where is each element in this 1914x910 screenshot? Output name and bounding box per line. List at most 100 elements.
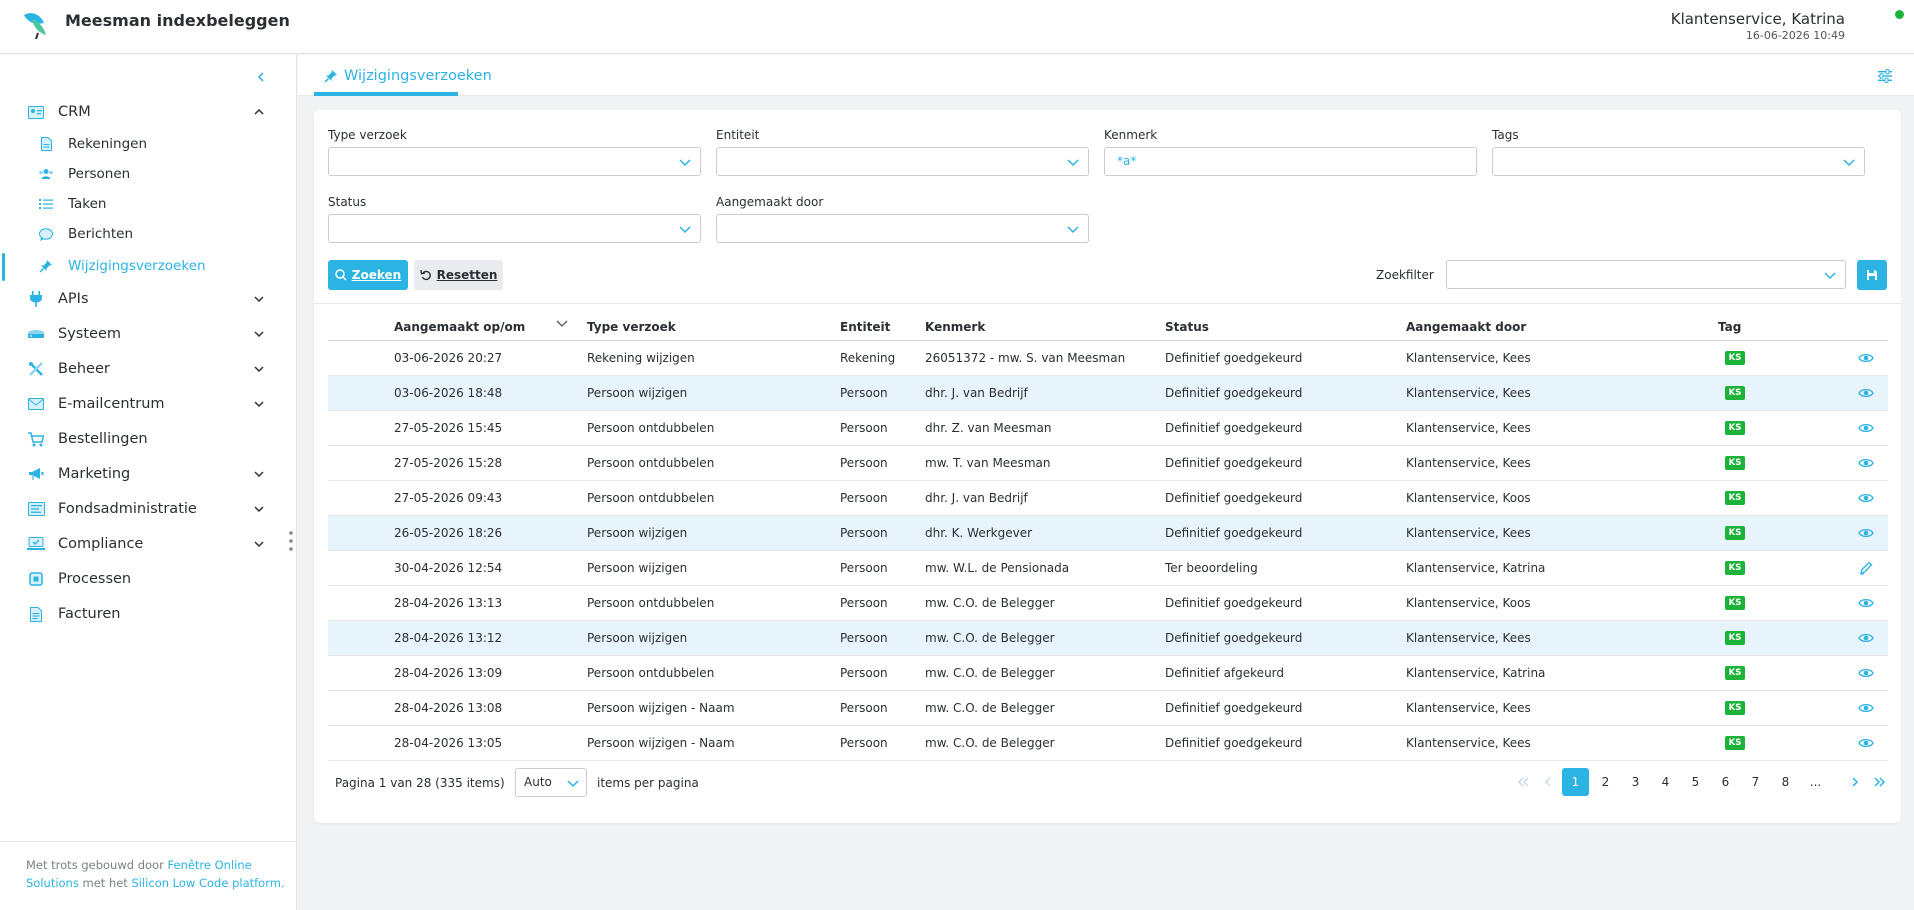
sliders-settings-icon[interactable] <box>1876 67 1894 85</box>
eye-icon[interactable] <box>1858 490 1874 506</box>
eye-icon[interactable] <box>1858 595 1874 611</box>
next-page-button[interactable] <box>1841 768 1868 796</box>
eye-icon[interactable] <box>1858 630 1874 646</box>
type-verzoek-select[interactable] <box>328 147 701 176</box>
reset-button[interactable]: Resetten <box>414 260 503 290</box>
eye-icon[interactable] <box>1858 665 1874 681</box>
sidebar-item-label: Bestellingen <box>58 431 148 447</box>
laptop-check-icon <box>26 534 46 554</box>
page-button[interactable]: 1 <box>1562 768 1589 796</box>
column-header-date[interactable]: Aangemaakt op/om <box>394 320 525 334</box>
page-button[interactable]: 3 <box>1622 768 1649 796</box>
cell-type: Persoon wijzigen <box>587 526 688 540</box>
eye-icon[interactable] <box>1858 420 1874 436</box>
pencil-icon[interactable] <box>1858 560 1874 576</box>
items-per-page-select[interactable]: Auto <box>515 768 587 797</box>
column-header-status[interactable]: Status <box>1165 320 1209 334</box>
table-row[interactable]: 03-06-2026 18:48 Persoon wijzigen Persoon d… <box>328 376 1888 411</box>
chevron-down-icon <box>251 291 267 307</box>
chevron-right-icon <box>1851 777 1858 787</box>
sidebar-item-fondsadministratie[interactable]: Fondsadministratie <box>0 494 296 524</box>
table-row[interactable]: 26-05-2026 18:26 Persoon wijzigen Persoon d… <box>328 516 1888 551</box>
silicon-link[interactable]: Silicon Low Code platform. <box>131 876 284 890</box>
sidebar-item-beheer[interactable]: Beheer <box>0 354 296 384</box>
sidebar-subitem-wijzigingsverzoeken[interactable]: Wijzigingsverzoeken <box>0 253 296 279</box>
sort-down-icon[interactable] <box>556 320 568 328</box>
tab-label: Wijzigingsverzoeken <box>344 67 492 84</box>
table-row[interactable]: 27-05-2026 15:45 Persoon ontdubbelen Perso… <box>328 411 1888 446</box>
sidebar-subitem-berichten[interactable]: Berichten <box>0 221 296 247</box>
sidebar-item-systeem[interactable]: Systeem <box>0 319 296 349</box>
kenmerk-input[interactable]: *a* <box>1104 147 1477 176</box>
page-button[interactable]: 6 <box>1712 768 1739 796</box>
prev-page-button[interactable] <box>1534 768 1561 796</box>
sidebar-item-bestellingen[interactable]: Bestellingen <box>0 424 296 454</box>
cell-date: 30-04-2026 12:54 <box>394 561 503 575</box>
table-row[interactable]: 03-06-2026 20:27 Rekening wijzigen Rekenin… <box>328 341 1888 376</box>
sidebar-subitem-personen[interactable]: Personen <box>0 161 296 187</box>
cart-icon <box>26 429 46 449</box>
chevron-down-icon <box>251 501 267 517</box>
page-button[interactable]: 8 <box>1772 768 1799 796</box>
last-page-button[interactable] <box>1866 768 1893 796</box>
table-row[interactable]: 28-04-2026 13:08 Persoon wijzigen - Naam P… <box>328 691 1888 726</box>
eye-icon[interactable] <box>1858 455 1874 471</box>
page-button[interactable]: 2 <box>1592 768 1619 796</box>
page-button[interactable]: 4 <box>1652 768 1679 796</box>
eye-icon[interactable] <box>1858 350 1874 366</box>
zoekfilter-select[interactable] <box>1446 260 1846 289</box>
sidebar-item-label: Marketing <box>58 466 131 482</box>
first-page-button[interactable] <box>1509 768 1536 796</box>
tab-wijzigingsverzoeken[interactable]: Wijzigingsverzoeken <box>314 55 502 96</box>
cell-entity: Persoon <box>840 666 888 680</box>
table-row[interactable]: 28-04-2026 13:05 Persoon wijzigen - Naam P… <box>328 726 1888 761</box>
sidebar-item-crm[interactable]: CRM <box>0 97 296 127</box>
tab-bar: Wijzigingsverzoeken <box>298 55 1914 96</box>
cell-entity: Rekening <box>840 351 896 365</box>
cell-status: Definitief goedgekeurd <box>1165 351 1303 365</box>
undo-icon <box>419 269 431 281</box>
page-button[interactable]: 5 <box>1682 768 1709 796</box>
table-row[interactable]: 27-05-2026 09:43 Persoon ontdubbelen Perso… <box>328 481 1888 516</box>
cell-entity: Persoon <box>840 561 888 575</box>
table-row[interactable]: 28-04-2026 13:12 Persoon wijzigen Persoon m… <box>328 621 1888 656</box>
status-select[interactable] <box>328 214 701 243</box>
chevron-down-icon <box>251 361 267 377</box>
sidebar-collapse-button[interactable] <box>251 67 271 87</box>
eye-icon[interactable] <box>1858 385 1874 401</box>
cell-ref: mw. C.O. de Belegger <box>925 736 1055 750</box>
sidebar-subitem-taken[interactable]: Taken <box>0 191 296 217</box>
sidebar-item-processen[interactable]: Processen <box>0 564 296 594</box>
sidebar-item-marketing[interactable]: Marketing <box>0 459 296 489</box>
sidebar-resize-handle-icon[interactable] <box>288 530 294 552</box>
page-ellipsis[interactable]: ... <box>1802 768 1829 796</box>
page-button[interactable]: 7 <box>1742 768 1769 796</box>
table-row[interactable]: 30-04-2026 12:54 Persoon wijzigen Persoon m… <box>328 551 1888 586</box>
eye-icon[interactable] <box>1858 700 1874 716</box>
eye-icon[interactable] <box>1858 735 1874 751</box>
tags-select[interactable] <box>1492 147 1865 176</box>
sidebar-item-e-mailcentrum[interactable]: E-mailcentrum <box>0 389 296 419</box>
cell-type: Rekening wijzigen <box>587 351 695 365</box>
table-row[interactable]: 27-05-2026 15:28 Persoon ontdubbelen Perso… <box>328 446 1888 481</box>
table-row[interactable]: 28-04-2026 13:09 Persoon ontdubbelen Perso… <box>328 656 1888 691</box>
column-header-entity[interactable]: Entiteit <box>840 320 890 334</box>
table-row[interactable]: 28-04-2026 13:13 Persoon ontdubbelen Perso… <box>328 586 1888 621</box>
save-filter-button[interactable] <box>1857 260 1887 290</box>
users-icon <box>37 165 55 183</box>
aangemaakt-door-select[interactable] <box>716 214 1089 243</box>
eye-icon[interactable] <box>1858 525 1874 541</box>
sidebar-item-apis[interactable]: APIs <box>0 284 296 314</box>
sidebar-item-facturen[interactable]: Facturen <box>0 599 296 629</box>
column-header-type[interactable]: Type verzoek <box>587 320 676 334</box>
cell-ref: dhr. J. van Bedrijf <box>925 491 1028 505</box>
column-header-tag[interactable]: Tag <box>1718 320 1741 334</box>
column-header-ref[interactable]: Kenmerk <box>925 320 985 334</box>
column-header-created-by[interactable]: Aangemaakt door <box>1406 320 1526 334</box>
entiteit-select[interactable] <box>716 147 1089 176</box>
entiteit-label: Entiteit <box>716 128 760 142</box>
user-name[interactable]: Klantenservice, Katrina <box>1671 10 1845 28</box>
sidebar-item-compliance[interactable]: Compliance <box>0 529 296 559</box>
search-button[interactable]: Zoeken <box>328 260 408 290</box>
sidebar-subitem-rekeningen[interactable]: Rekeningen <box>0 131 296 157</box>
